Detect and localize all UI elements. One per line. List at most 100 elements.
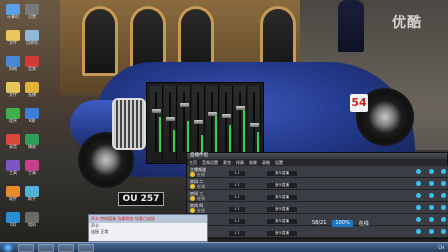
room-counter: 1 1 xyxy=(229,231,245,236)
status-popup[interactable]: 声卡·控制面板 连接状态 设备已连接 声卡 连接 正常 xyxy=(88,214,208,242)
mixer-channel-strip[interactable] xyxy=(220,86,233,162)
pedestrian xyxy=(338,0,364,52)
desktop-icon[interactable]: 播放 xyxy=(23,134,41,149)
desktop-icon[interactable]: 工具 xyxy=(23,160,41,175)
speaker-icon[interactable] xyxy=(428,205,434,210)
fader-track xyxy=(183,92,185,152)
toolbar-button[interactable]: 音频设置 xyxy=(202,159,218,166)
settings-icon[interactable] xyxy=(441,193,446,198)
mic-icon[interactable] xyxy=(416,169,421,174)
settings-icon[interactable] xyxy=(441,181,446,186)
desktop-icon[interactable]: QQ xyxy=(4,212,22,227)
mixer-channel-strip[interactable] xyxy=(234,86,247,162)
license-plate: OU 257 xyxy=(118,192,164,206)
taskbar-button[interactable] xyxy=(58,243,74,252)
desktop-icon[interactable]: 助手 xyxy=(23,186,41,201)
level-meter xyxy=(215,113,217,152)
taskbar-tasks xyxy=(14,243,94,252)
desktop-icon[interactable]: 计算机 xyxy=(4,4,22,19)
room-row[interactable]: 房间 四在线 1 1 音乐直播 xyxy=(187,202,448,214)
toolbar-button[interactable]: 效果 xyxy=(249,159,257,166)
taskbar: CH xyxy=(0,242,448,252)
mixer-channel-strip[interactable] xyxy=(164,86,177,162)
desktop-icon[interactable]: 相机 xyxy=(23,212,41,227)
level-meter xyxy=(159,117,161,152)
room-row[interactable]: 房间 三在线 1 1 音乐直播 xyxy=(187,190,448,202)
room-controls xyxy=(416,229,446,234)
speaker-icon[interactable] xyxy=(428,169,434,174)
desktop-icon[interactable]: 直播 xyxy=(23,82,41,97)
desktop-icon[interactable]: 程序 xyxy=(4,108,22,123)
desktop-icon[interactable]: 网络 xyxy=(4,56,22,71)
speaker-icon[interactable] xyxy=(428,229,434,234)
desktop-icon[interactable]: 录音 xyxy=(4,134,22,149)
room-counter: 1 1 xyxy=(229,183,245,188)
room-category: 音乐直播 xyxy=(267,195,297,200)
speaker-icon[interactable] xyxy=(428,193,434,198)
mic-icon[interactable] xyxy=(416,205,421,210)
desktop-icon-label: 直播 xyxy=(28,92,36,97)
fader-knob[interactable] xyxy=(236,106,245,110)
taskbar-button[interactable] xyxy=(38,243,54,252)
desktop-icon-label: 回收站 xyxy=(26,40,38,45)
fader-knob[interactable] xyxy=(222,114,231,118)
start-button[interactable] xyxy=(2,243,14,252)
status-popup-header: 声卡·控制面板 连接状态 设备已连接 xyxy=(89,215,207,223)
fader-knob[interactable] xyxy=(166,117,175,121)
desktop-icon-label: 播放 xyxy=(28,144,36,149)
desktop-icon[interactable]: 设置 xyxy=(23,4,41,19)
fader-track xyxy=(169,92,171,152)
mixer-channel-strip[interactable] xyxy=(206,86,219,162)
toolbar-button[interactable]: 主页 xyxy=(189,159,197,166)
fader-track xyxy=(253,92,255,152)
room-row[interactable]: 房间 二在线 1 1 音乐直播 xyxy=(187,178,448,190)
fader-track xyxy=(239,92,241,152)
mixer-channel-strip[interactable] xyxy=(178,86,191,162)
readout-percent: 100% xyxy=(332,219,353,227)
speaker-icon[interactable] xyxy=(428,181,434,186)
system-tray[interactable]: CH xyxy=(438,245,444,250)
mixer-channel-strip[interactable] xyxy=(150,86,163,162)
status-dot-icon xyxy=(190,172,195,177)
settings-icon[interactable] xyxy=(441,229,446,234)
room-category: 音乐直播 xyxy=(267,171,297,176)
desktop-icon[interactable]: 文件 xyxy=(4,30,22,45)
mic-icon[interactable] xyxy=(416,229,421,234)
fader-knob[interactable] xyxy=(180,103,189,107)
desktop-icon[interactable]: 软件 xyxy=(4,186,22,201)
status-line: 连接 正常 xyxy=(91,229,109,234)
room-category: 音乐直播 xyxy=(267,183,297,188)
desktop-icon[interactable]: 工具 xyxy=(4,160,22,175)
room-controls xyxy=(416,169,446,174)
desktop-icon[interactable]: K歌 xyxy=(23,108,41,123)
fader-knob[interactable] xyxy=(208,112,217,116)
readout-count: 58/21 xyxy=(312,220,327,226)
mic-icon[interactable] xyxy=(416,181,421,186)
toolbar-button[interactable]: 麦克 xyxy=(223,159,231,166)
desktop-icon[interactable]: 文件 xyxy=(4,82,22,97)
toolbar-button[interactable]: 录制 xyxy=(262,159,270,166)
desktop-icon-label: K歌 xyxy=(28,118,36,123)
toolbar-button[interactable]: 设置 xyxy=(275,159,283,166)
taskbar-button[interactable] xyxy=(78,243,94,252)
mixer-channel-strip[interactable] xyxy=(192,86,205,162)
toolbar-button[interactable]: 伴奏 xyxy=(236,159,244,166)
taskbar-button[interactable] xyxy=(18,243,34,252)
level-meter xyxy=(201,135,203,152)
mic-icon[interactable] xyxy=(416,193,421,198)
room-counter: 1 1 xyxy=(229,171,245,176)
fader-knob[interactable] xyxy=(194,120,203,124)
settings-icon[interactable] xyxy=(441,169,446,174)
settings-icon[interactable] xyxy=(441,205,446,210)
desktop-icon-label: 工具 xyxy=(9,170,17,175)
desktop-icon-label: 录音 xyxy=(9,144,17,149)
level-meter xyxy=(229,125,231,152)
room-row[interactable]: 主播频道 在线 1 1 音乐直播 xyxy=(187,166,448,178)
mixer-channel-strip[interactable] xyxy=(248,86,261,162)
fader-knob[interactable] xyxy=(250,123,259,127)
fader-knob[interactable] xyxy=(152,109,161,113)
desktop-icon[interactable]: 音频 xyxy=(23,56,41,71)
app-toolbar: 主页 音频设置 麦克 伴奏 效果 录制 设置 xyxy=(187,159,447,166)
desktop-icon[interactable]: 回收站 xyxy=(23,30,41,45)
status-dot-icon xyxy=(190,196,195,201)
